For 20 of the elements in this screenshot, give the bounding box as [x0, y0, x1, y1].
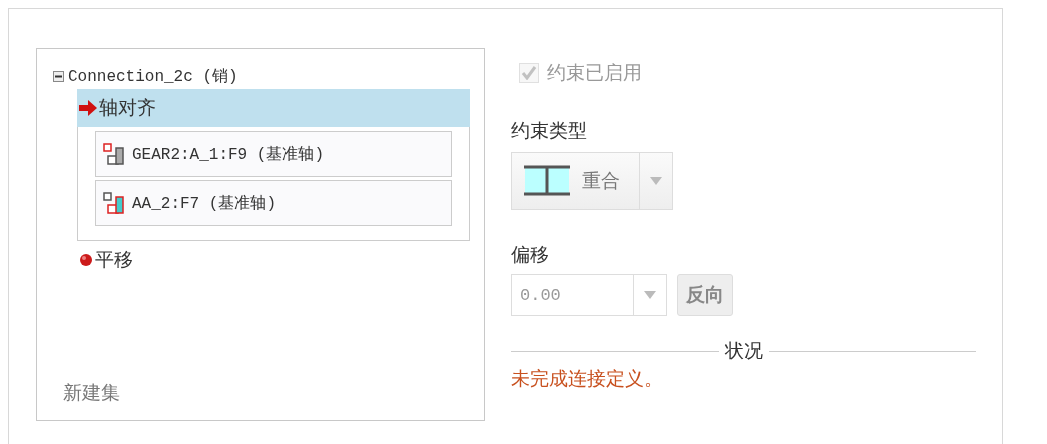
caret-icon: [650, 177, 662, 185]
collapse-icon[interactable]: [53, 70, 64, 82]
status-message: 未完成连接定义。: [511, 366, 664, 391]
tree-item[interactable]: 平移: [77, 241, 470, 279]
coincident-icon: [524, 165, 570, 197]
checkbox-label: 约束已启用: [547, 60, 642, 85]
constraint-type-dropdown[interactable]: 重合: [511, 152, 673, 210]
new-set-link[interactable]: 新建集: [63, 380, 470, 406]
tree-item[interactable]: 轴对齐: [77, 89, 470, 127]
field-label: 约束类型: [511, 118, 588, 143]
arrow-icon: [79, 100, 97, 116]
error-dot-icon: [79, 253, 93, 267]
reference-item[interactable]: AA_2:F7 (基准轴): [95, 180, 452, 226]
parts-icon: [102, 142, 126, 166]
caret-icon: [644, 291, 656, 299]
parts-icon: [102, 191, 126, 215]
reference-item[interactable]: GEAR2:A_1:F9 (基准轴): [95, 131, 452, 177]
field-label: 偏移: [511, 242, 550, 267]
tree-item[interactable]: Connection_2c (销): [68, 65, 238, 87]
section-title: 状况: [724, 338, 763, 363]
